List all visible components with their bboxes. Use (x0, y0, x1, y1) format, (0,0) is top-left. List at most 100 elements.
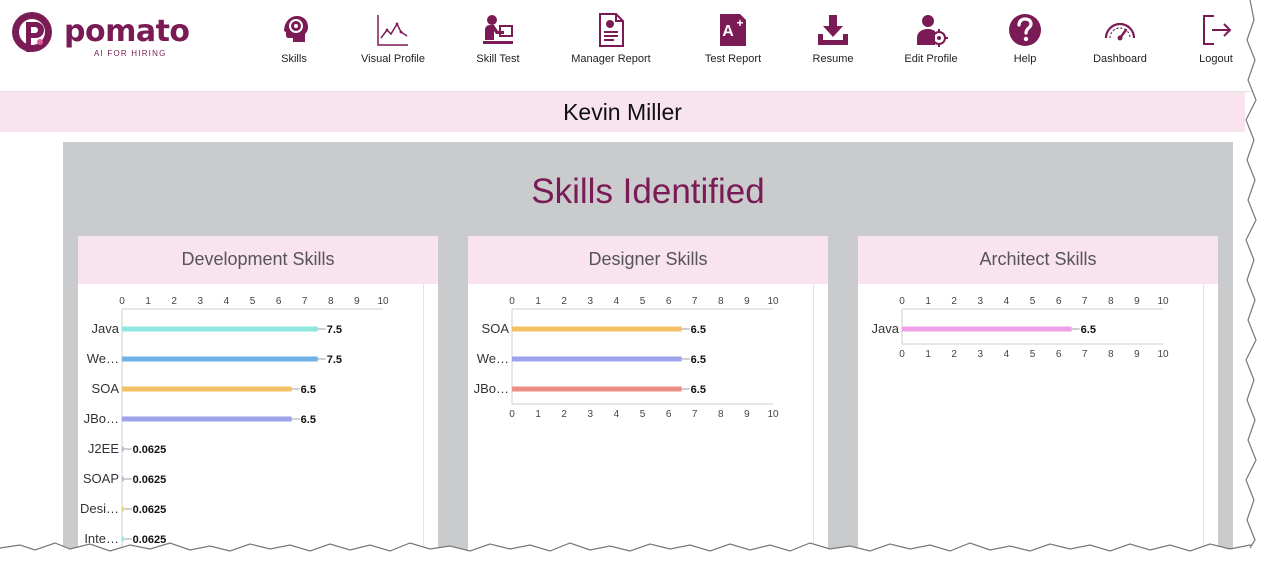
x-tick-label-bottom: 0 (509, 409, 515, 420)
bar (902, 326, 1072, 332)
category-label: J2EE (88, 441, 119, 456)
category-label: We… (477, 351, 509, 366)
nav-label: Visual Profile (361, 53, 425, 65)
bar (122, 476, 124, 482)
x-tick-label-bottom: 2 (561, 409, 567, 420)
nav-label: Test Report (704, 53, 762, 65)
x-tick-label-top: 9 (744, 296, 750, 307)
bar (122, 446, 124, 452)
x-tick-label-bottom: 5 (640, 409, 646, 420)
category-label: SOA (482, 321, 510, 336)
download-icon (818, 15, 848, 45)
x-tick-label-bottom: 6 (666, 409, 672, 420)
x-tick-label-top: 8 (328, 296, 334, 307)
line-chart-icon (377, 15, 408, 46)
x-tick-label-top: 2 (951, 296, 957, 307)
x-tick-label-bottom: 4 (1004, 349, 1010, 360)
nav-edit-profile[interactable]: Edit Profile (900, 12, 962, 66)
x-tick-label-top: 10 (1157, 296, 1169, 307)
nav-label: Help (1013, 53, 1037, 65)
logout-icon (1203, 15, 1232, 45)
x-tick-label-top: 7 (692, 296, 698, 307)
bar (122, 356, 318, 362)
development-skills-card: Development Skills 0 1 2 3 4 5 6 7 8 9 10 Java 7.5 We… (78, 236, 438, 563)
x-tick-label-top: 4 (1004, 296, 1010, 307)
head-gear-icon (284, 16, 308, 42)
skills-panel: Skills Identified Development Skills 0 1 2… (63, 142, 1233, 563)
x-tick-label-bottom: 8 (1108, 349, 1114, 360)
x-tick-label-top: 1 (145, 296, 151, 307)
x-tick-label-top: 10 (767, 296, 779, 307)
question-icon (1009, 14, 1041, 46)
x-tick-label-top: 5 (640, 296, 646, 307)
x-tick-label-bottom: 3 (588, 409, 594, 420)
nav-resume[interactable]: Resume (808, 12, 858, 66)
card-header: Architect Skills (858, 236, 1218, 284)
nav-test-report[interactable]: A + Test Report (700, 12, 766, 66)
logo-wordmark: pomato (64, 14, 190, 49)
designer-skills-card: Designer Skills 0 1 2 3 4 5 6 7 8 9 10 0 1 2 3 4 5 6 7 8 9 10… (468, 236, 828, 563)
nav-help[interactable]: Help (1003, 12, 1047, 66)
nav-label: Manager Report (571, 53, 651, 65)
x-tick-label-top: 3 (198, 296, 204, 307)
pomato-logo[interactable]: pomato AI FOR HIRING (10, 10, 200, 60)
gauge-icon (1104, 22, 1136, 41)
x-tick-label-top: 7 (1082, 296, 1088, 307)
x-tick-label-top: 4 (614, 296, 620, 307)
nav-manager-report[interactable]: Manager Report (566, 12, 656, 66)
nav-label: Logout (1199, 53, 1233, 65)
user-gear-icon (917, 15, 948, 47)
nav-dashboard[interactable]: Dashboard (1088, 12, 1152, 66)
nav-skill-test[interactable]: Skill Test (473, 12, 523, 66)
x-tick-label-top: 9 (354, 296, 360, 307)
x-tick-label-bottom: 5 (1030, 349, 1036, 360)
bar (512, 356, 682, 362)
card-header: Designer Skills (468, 236, 828, 284)
x-tick-label-top: 0 (119, 296, 125, 307)
card-title: Development Skills (181, 249, 335, 269)
x-tick-label-top: 1 (535, 296, 541, 307)
data-label: 6.5 (691, 354, 706, 366)
nav-label: Edit Profile (904, 53, 958, 65)
data-label: 0.0625 (133, 534, 167, 546)
bar (512, 326, 682, 332)
x-tick-label-bottom: 7 (692, 409, 698, 420)
x-tick-label-top: 1 (925, 296, 931, 307)
x-tick-label-bottom: 0 (899, 349, 905, 360)
x-tick-label-top: 8 (1108, 296, 1114, 307)
data-label: 6.5 (1081, 324, 1096, 336)
data-label: 6.5 (301, 414, 316, 426)
nav-visual-profile[interactable]: Visual Profile (356, 12, 430, 66)
x-tick-label-top: 3 (978, 296, 984, 307)
card-title: Designer Skills (588, 249, 708, 269)
x-tick-label-top: 4 (224, 296, 230, 307)
card-title: Architect Skills (979, 249, 1097, 269)
card-divider (813, 284, 814, 563)
x-tick-label-top: 0 (899, 296, 905, 307)
x-tick-label-bottom: 10 (767, 409, 779, 420)
x-tick-label-bottom: 9 (1134, 349, 1140, 360)
nav-skills[interactable]: Skills (272, 12, 316, 66)
architect-skills-chart: 0 1 2 3 4 5 6 7 8 9 10 0 1 2 3 4 5 6 7 8 9 10 Java 6.5 (858, 284, 1203, 563)
nav-logout[interactable]: Logout (1194, 12, 1238, 66)
x-tick-label-bottom: 6 (1056, 349, 1062, 360)
category-label: JBo… (84, 411, 119, 426)
card-divider (1203, 284, 1204, 563)
x-tick-label-top: 0 (509, 296, 515, 307)
x-tick-label-top: 2 (171, 296, 177, 307)
category-label: We… (87, 351, 119, 366)
nav-label: Dashboard (1093, 53, 1147, 65)
x-tick-label-bottom: 8 (718, 409, 724, 420)
architect-skills-card: Architect Skills 0 1 2 3 4 5 6 7 8 9 10 0 1 2 3 4 5 6 7 8 9 1… (858, 236, 1218, 563)
designer-skills-chart-svg: 0 1 2 3 4 5 6 7 8 9 10 0 1 2 3 4 5 6 7 8 9 10 SOA 6.5 We… 6.5 JBo…… (474, 296, 779, 420)
category-label: Inte… (84, 531, 119, 546)
nav-label: Resume (812, 53, 854, 65)
x-tick-label-top: 6 (666, 296, 672, 307)
development-skills-chart-svg: 0 1 2 3 4 5 6 7 8 9 10 Java 7.5 We… 7.5 SOA 6.5 JBo… 6.5 J2… (80, 296, 389, 554)
pomato-logo-mark (12, 12, 52, 52)
x-tick-label-bottom: 2 (951, 349, 957, 360)
x-tick-label-top: 7 (302, 296, 308, 307)
x-tick-label-bottom: 3 (978, 349, 984, 360)
x-tick-label-bottom: 1 (535, 409, 541, 420)
bar (122, 386, 292, 392)
